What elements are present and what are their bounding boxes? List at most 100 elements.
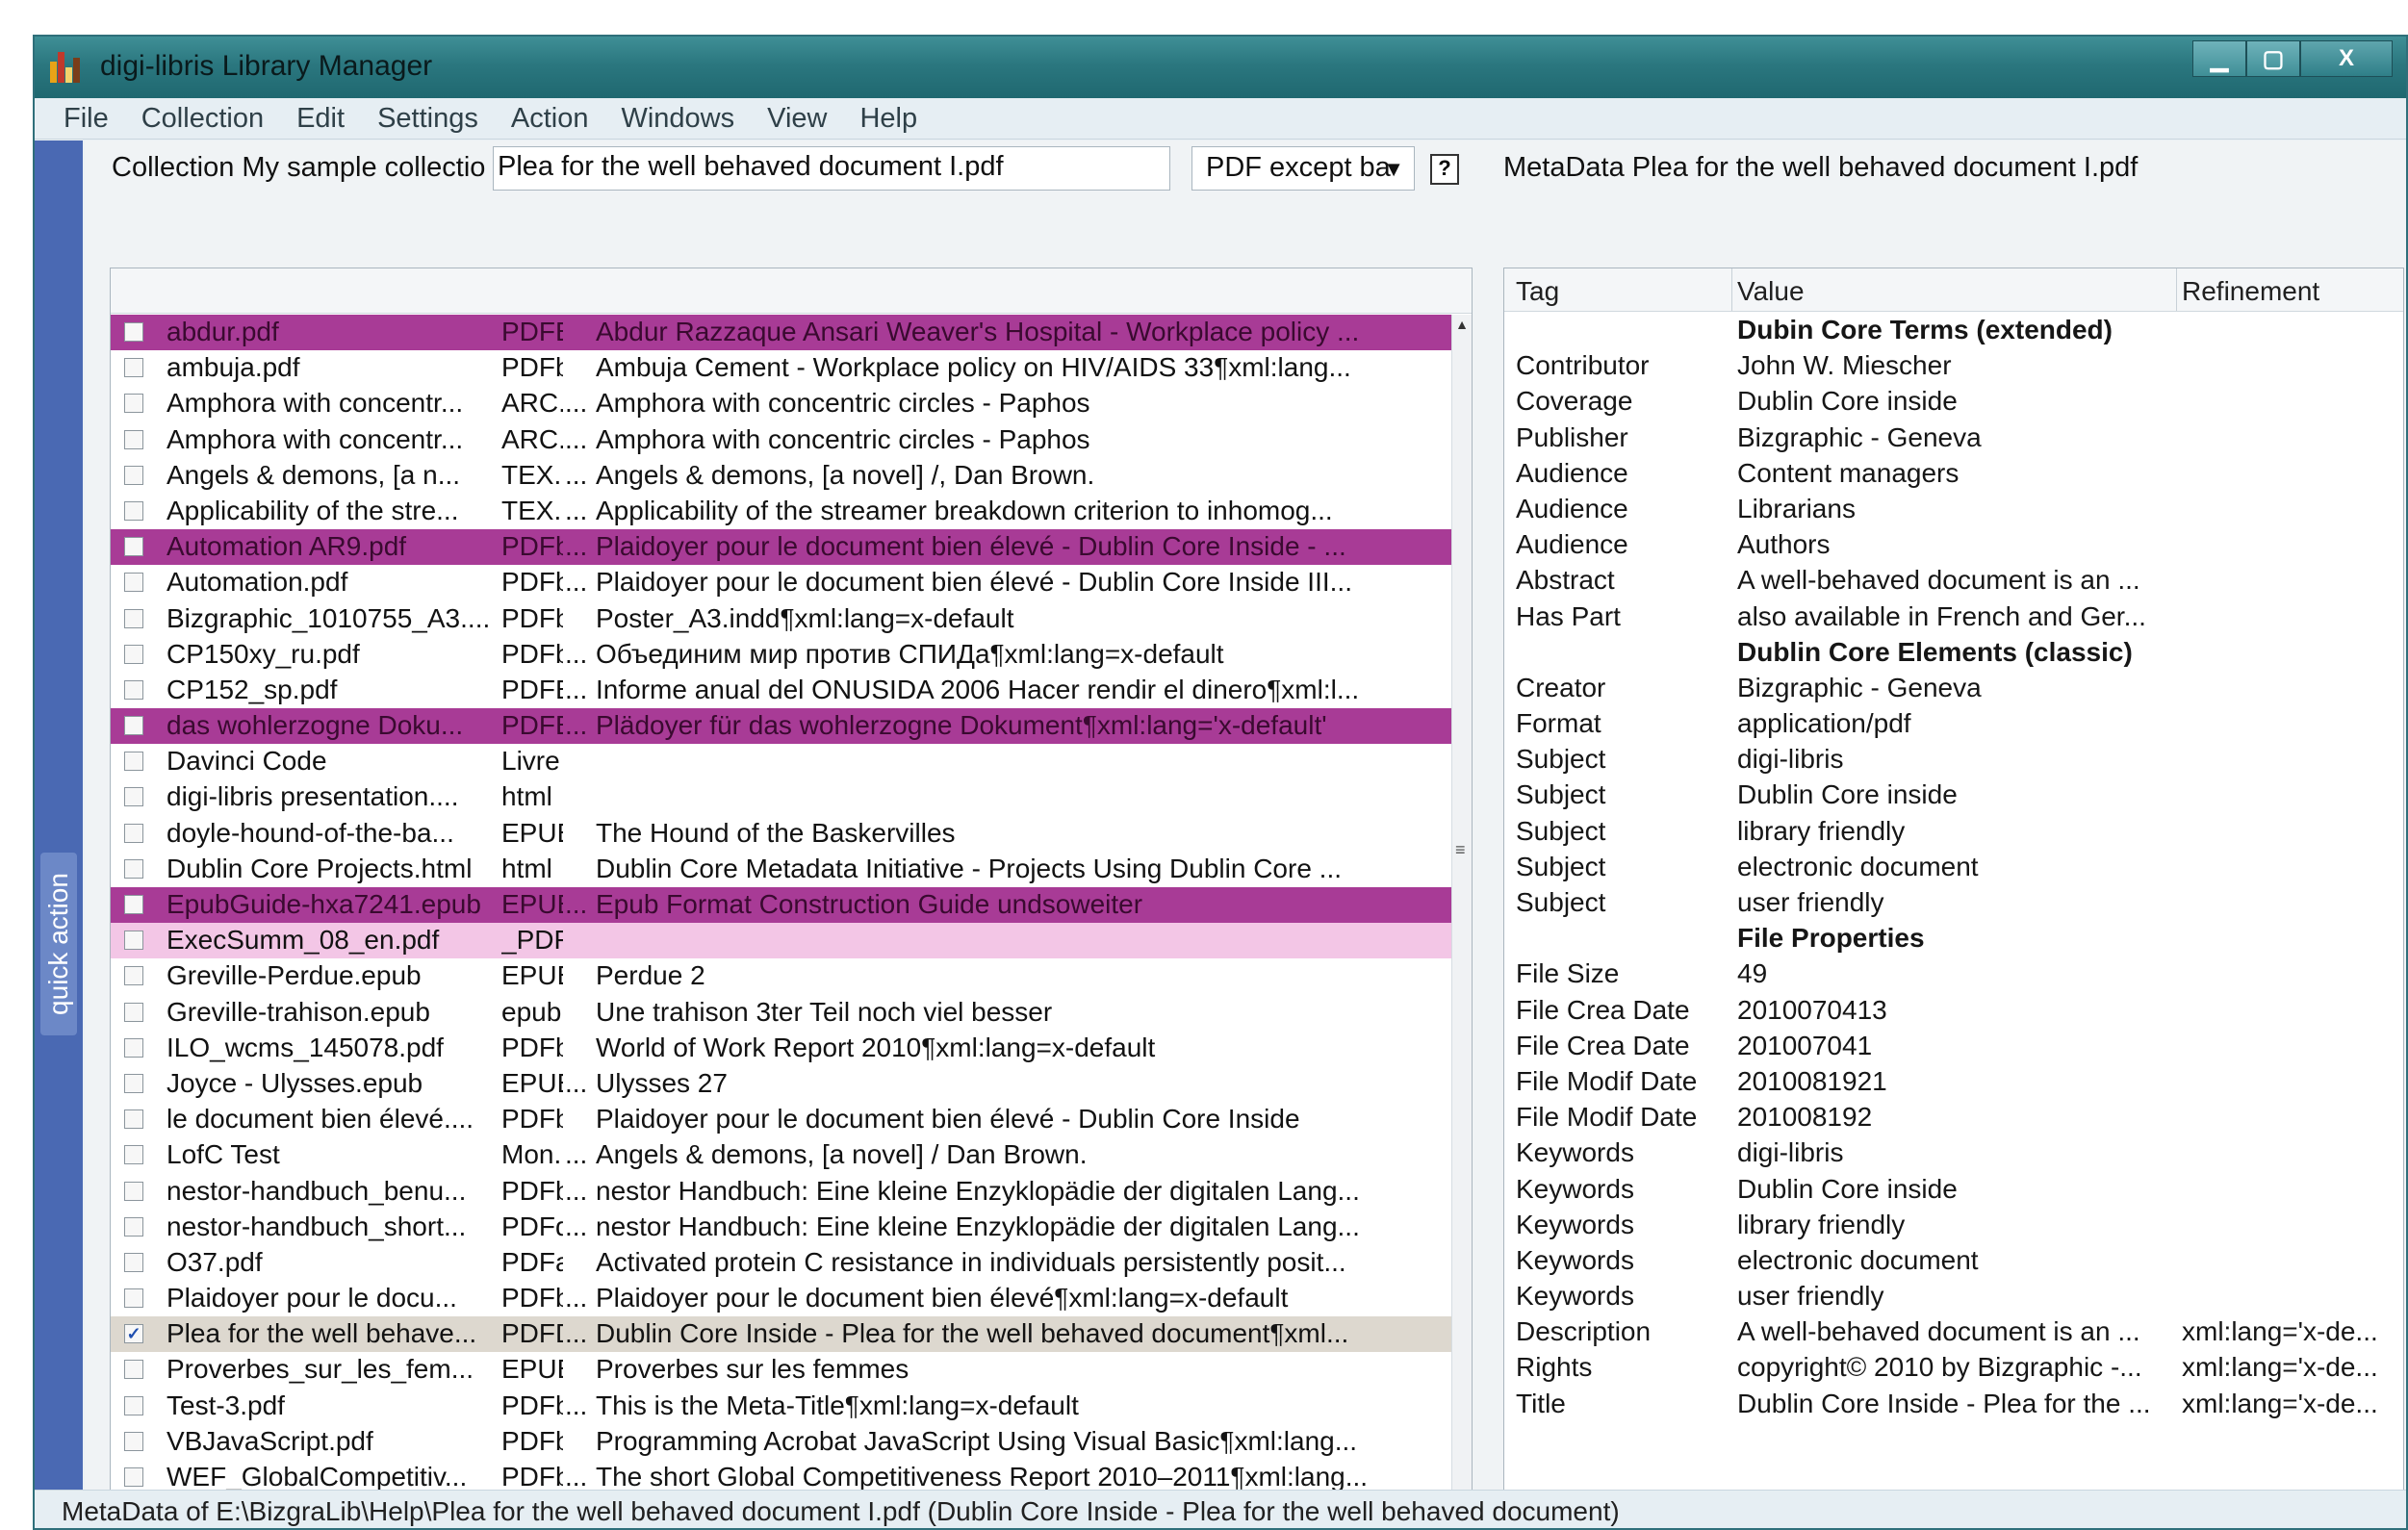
menu-file[interactable]: File <box>64 103 109 135</box>
row-checkbox[interactable] <box>124 500 143 521</box>
row-checkbox[interactable] <box>124 1216 143 1237</box>
metadata-row[interactable]: Subject digi-libris <box>1504 742 2403 778</box>
row-checkbox[interactable] <box>124 537 143 557</box>
file-row[interactable]: Plaidoyer pour le docu... PDFb... Plaidoye… <box>111 1281 1454 1316</box>
metadata-row[interactable]: File Crea Date 201007041 <box>1504 1029 2403 1064</box>
row-checkbox[interactable] <box>124 1037 143 1058</box>
row-checkbox[interactable] <box>124 1145 143 1165</box>
file-row[interactable]: Bizgraphic_1010755_A3.... PDFb Poster_A3.i… <box>111 601 1454 637</box>
metadata-row[interactable]: Subject Dublin Core inside <box>1504 778 2403 813</box>
row-checkbox[interactable] <box>124 1360 143 1380</box>
metadata-row[interactable]: Subject electronic document <box>1504 850 2403 885</box>
row-checkbox[interactable] <box>124 1467 143 1487</box>
title-bar[interactable]: digi-libris Library Manager ▁ ▢ X <box>35 37 2406 98</box>
file-row[interactable]: Applicability of the stre... TEX...... App… <box>111 494 1454 529</box>
metadata-row[interactable]: Has Part also available in French and Ger… <box>1504 599 2403 635</box>
metadata-row[interactable]: File Modif Date 201008192 <box>1504 1100 2403 1135</box>
row-checkbox[interactable] <box>124 608 143 628</box>
file-row[interactable]: EpubGuide-hxa7241.epub EPUB... Epub Format… <box>111 887 1454 924</box>
row-checkbox[interactable] <box>124 858 143 879</box>
maximize-button[interactable]: ▢ <box>2246 40 2300 77</box>
row-checkbox[interactable]: ✓ <box>124 1324 143 1344</box>
row-checkbox[interactable] <box>124 1252 143 1272</box>
row-checkbox[interactable] <box>124 1109 143 1130</box>
metadata-row[interactable]: Creator Bizgraphic - Geneva <box>1504 671 2403 706</box>
metadata-section-heading[interactable]: Dublin Core Elements (classic) <box>1504 635 2403 671</box>
metadata-row[interactable]: Format application/pdf <box>1504 706 2403 742</box>
metadata-row[interactable]: Audience Authors <box>1504 527 2403 563</box>
file-row[interactable]: doyle-hound-of-the-ba... EPUB The Hound of… <box>111 816 1454 852</box>
row-checkbox[interactable] <box>124 465 143 485</box>
help-icon[interactable]: ? <box>1430 154 1459 185</box>
file-row[interactable]: abdur.pdf PDFB Abdur Razzaque Ansari Weave… <box>111 315 1454 351</box>
metadata-row[interactable]: Subject user friendly <box>1504 885 2403 921</box>
metadata-row[interactable]: Coverage Dublin Core inside <box>1504 384 2403 420</box>
metadata-section-heading[interactable]: Dubin Core Terms (extended) <box>1504 313 2403 348</box>
file-row[interactable]: Amphora with concentr... ARC...... Amphora… <box>111 422 1454 458</box>
metadata-row[interactable]: Rights copyright© 2010 by Bizgraphic -...… <box>1504 1350 2403 1386</box>
row-checkbox[interactable] <box>124 823 143 843</box>
row-checkbox[interactable] <box>124 1431 143 1451</box>
menu-collection[interactable]: Collection <box>141 103 264 135</box>
menu-view[interactable]: View <box>767 103 827 135</box>
file-row[interactable]: digi-libris presentation.... html <box>111 779 1454 815</box>
row-checkbox[interactable] <box>124 644 143 664</box>
close-button[interactable]: X <box>2300 40 2393 77</box>
file-row[interactable]: Test-3.pdf PDFb... This is the Meta-Title¶… <box>111 1389 1454 1424</box>
scroll-grip-icon[interactable]: ≡ <box>1455 840 1466 860</box>
menu-help[interactable]: Help <box>859 103 917 135</box>
file-row[interactable]: CP150xy_ru.pdf PDFb... Объединим мир проти… <box>111 637 1454 673</box>
file-row[interactable]: Angels & demons, [a n... TEX...... Angels … <box>111 458 1454 494</box>
file-row[interactable]: O37.pdf PDFa Activated protein C resistanc… <box>111 1245 1454 1281</box>
metadata-row[interactable]: Keywords library friendly <box>1504 1208 2403 1243</box>
file-row[interactable]: Greville-trahison.epub epub Une trahison 3… <box>111 995 1454 1031</box>
file-row[interactable]: Joyce - Ulysses.epub EPUB... Ulysses 27 <box>111 1066 1454 1102</box>
tag-column-header[interactable]: Tag <box>1516 276 1559 307</box>
metadata-row[interactable]: Keywords user friendly <box>1504 1279 2403 1314</box>
metadata-row[interactable]: Title Dublin Core Inside - Plea for the .… <box>1504 1387 2403 1422</box>
row-checkbox[interactable] <box>124 429 143 449</box>
row-checkbox[interactable] <box>124 787 143 807</box>
row-checkbox[interactable] <box>124 322 143 342</box>
metadata-row[interactable]: Description A well-behaved document is an… <box>1504 1314 2403 1350</box>
filename-field[interactable]: Plea for the well behaved document I.pdf <box>493 146 1170 191</box>
file-row[interactable]: Automation AR9.pdf PDFb... Plaidoyer pour … <box>111 529 1454 566</box>
file-row[interactable]: ExecSumm_08_en.pdf _PDF <box>111 923 1454 959</box>
metadata-section-heading[interactable]: File Properties <box>1504 921 2403 956</box>
file-row[interactable]: Davinci Code Livre <box>111 744 1454 779</box>
row-checkbox[interactable] <box>124 716 143 736</box>
menu-windows[interactable]: Windows <box>621 103 734 135</box>
minimize-button[interactable]: ▁ <box>2192 40 2246 77</box>
metadata-row[interactable]: Contributor John W. Miescher <box>1504 348 2403 384</box>
quick-action-tab[interactable]: quick action <box>40 853 77 1035</box>
row-checkbox[interactable] <box>124 679 143 700</box>
file-row[interactable]: Automation.pdf PDFb... Plaidoyer pour le d… <box>111 565 1454 600</box>
metadata-row[interactable]: Keywords electronic document <box>1504 1243 2403 1279</box>
row-checkbox[interactable] <box>124 1288 143 1309</box>
metadata-row[interactable]: Subject library friendly <box>1504 814 2403 850</box>
file-row[interactable]: VBJavaScript.pdf PDFb Programming Acrobat … <box>111 1424 1454 1460</box>
file-row[interactable]: le document bien élevé.... PDFb Plaidoyer … <box>111 1102 1454 1137</box>
value-column-header[interactable]: Value <box>1737 276 1805 307</box>
row-checkbox[interactable] <box>124 573 143 593</box>
file-row[interactable]: Amphora with concentr... ARC...... Amphora… <box>111 386 1454 421</box>
row-checkbox[interactable] <box>124 358 143 378</box>
row-checkbox[interactable] <box>124 966 143 986</box>
metadata-row[interactable]: Audience Content managers <box>1504 456 2403 492</box>
row-checkbox[interactable] <box>124 895 143 914</box>
metadata-row[interactable]: Publisher Bizgraphic - Geneva <box>1504 421 2403 456</box>
file-list-scrollbar[interactable]: ▲ ≡ ▼ <box>1451 315 1472 1514</box>
metadata-row[interactable]: File Crea Date 2010070413 <box>1504 993 2403 1029</box>
file-row[interactable]: nestor-handbuch_short... PDFd... nestor Ha… <box>111 1210 1454 1245</box>
menu-edit[interactable]: Edit <box>296 103 345 135</box>
refinement-column-header[interactable]: Refinement <box>2182 276 2319 307</box>
metadata-row[interactable]: File Modif Date 2010081921 <box>1504 1064 2403 1100</box>
row-checkbox[interactable] <box>124 752 143 772</box>
file-row[interactable]: ambuja.pdf PDFb Ambuja Cement - Workplace … <box>111 350 1454 386</box>
metadata-row[interactable]: Audience Librarians <box>1504 492 2403 527</box>
row-checkbox[interactable] <box>124 394 143 414</box>
row-checkbox[interactable] <box>124 1395 143 1415</box>
menu-settings[interactable]: Settings <box>377 103 478 135</box>
file-row[interactable]: Dublin Core Projects.html html Dublin Core… <box>111 852 1454 887</box>
file-row[interactable]: Greville-Perdue.epub EPUB Perdue 2 <box>111 958 1454 994</box>
